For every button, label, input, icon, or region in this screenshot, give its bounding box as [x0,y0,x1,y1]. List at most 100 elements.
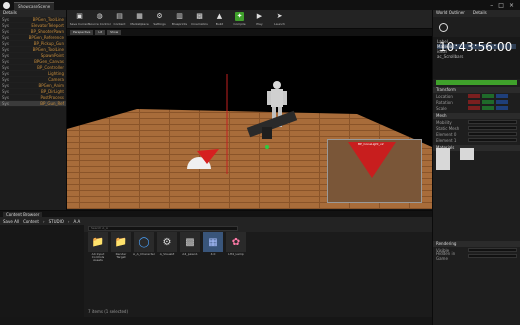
x-field[interactable] [468,94,480,98]
property-label: Location [436,93,453,99]
settings-icon: ⚙ [156,12,163,20]
maximize-icon[interactable]: □ [498,2,504,9]
asset-name: 4.0 [210,252,216,256]
filter-bar: Search A_A [84,225,432,232]
x-field[interactable] [468,106,480,110]
row-value: BPGen_Canvas [34,59,64,64]
asset-tile[interactable]: ✿ LH4_Lamp [226,232,246,262]
asset-name: A_A_Character [133,252,155,256]
property-field[interactable] [468,126,517,130]
row-key: Sys [2,29,9,34]
viewport-option-lit[interactable]: Lit [95,30,106,35]
play-icon: ▶ [256,12,263,20]
settings-button[interactable]: ⚙ Settings [151,10,168,26]
viewport-option-perspective[interactable]: Perspective [70,30,94,35]
outliner-row[interactable]: Sys BP_Gun_Ref [0,101,66,107]
property-field[interactable] [468,254,517,258]
viewport-options-bar: Perspective Lit Show [67,29,432,36]
asset-tile[interactable]: ▩ A4_pawn1 [180,232,200,262]
z-field[interactable] [496,94,508,98]
viewport-option-show[interactable]: Show [107,30,122,35]
asset-thumbnail-icon: ▦ [203,232,223,252]
z-field[interactable] [496,106,508,110]
source-control-button[interactable]: ◍ Source Control [88,10,111,26]
asset-search-input[interactable]: Search A_A [88,226,238,231]
property-field[interactable] [468,120,517,124]
build-button[interactable]: ▲ Build [211,10,228,26]
property-field[interactable] [468,138,517,142]
camera-preview-inset[interactable]: BP_ConeLight_v2 [327,139,422,203]
launch-button[interactable]: ➤ Launch [271,10,288,26]
toolbar-label: Play [256,22,263,26]
folder-tree[interactable] [0,225,84,325]
breadcrumb-separator-icon: › [67,218,70,224]
breadcrumb-studio[interactable]: STUDIO [49,219,64,224]
x-field[interactable] [468,100,480,104]
compile-button[interactable]: ✦ Compile [231,10,248,26]
add-component-button[interactable] [436,80,517,85]
toolbar-label: Marketplace [130,22,149,26]
toolbar-label: Launch [274,22,285,26]
save-button[interactable]: ▣ Save Current [69,10,90,26]
marketplace-button[interactable]: ▦ Marketplace [130,10,149,26]
row-key: Sys [2,47,9,52]
material-thumbnail[interactable] [460,148,474,160]
build-icon: ▲ [216,12,223,20]
window-controls: – □ × [490,2,520,9]
breadcrumb-aa[interactable]: A.A [74,219,81,224]
content-path-bar: Save All Content › STUDIO › A.A [0,217,432,225]
tab-world-outliner[interactable]: World Outliner [436,10,465,17]
asset-tile[interactable]: ▦ 4.0 [203,232,223,262]
asset-thumbnail-icon: ▩ [180,232,200,252]
save-icon: ▣ [76,12,83,20]
breadcrumb-content[interactable]: Content [23,219,39,224]
timecode-display: 10:43:56:00 [433,17,520,54]
asset-tile[interactable]: ◯ A_A_Character [133,232,155,262]
row-value: BP_Controller [37,65,64,70]
row-key: Sys [2,95,9,100]
row-key: Sys [2,71,9,76]
row-key: Sys [2,101,9,106]
asset-tile[interactable]: ⚙ A_VisualZ [157,232,177,262]
asset-tile[interactable]: 📁 Render Target [111,232,131,262]
row-key: Sys [2,83,9,88]
cinematics-button[interactable]: ▩ Cinematics [191,10,208,26]
material-thumbnail[interactable] [436,158,450,170]
row-key: Sys [2,59,9,64]
save-all-button[interactable]: Save All [3,219,19,224]
compile-icon: ✦ [235,12,244,21]
inset-label: BP_ConeLight_v2 [358,142,384,146]
blueprints-button[interactable]: ▥ Blueprints [171,10,188,26]
close-icon[interactable]: × [509,2,514,9]
property-field[interactable] [468,248,517,252]
engine-logo-icon[interactable] [3,1,10,9]
asset-name: Render Target [115,252,127,259]
tab-content-browser[interactable]: Content Browser [3,211,43,217]
asset-name: A4_pawn1 [182,252,198,256]
row-value: PostProcess [40,95,64,100]
row-value: BPGen_ToolLine [32,17,64,22]
minimize-icon[interactable]: – [490,2,493,9]
asset-tile[interactable]: 📁 A4 Input Controls Assets [88,232,108,262]
level-tab[interactable]: ShowcaseScene [14,2,55,10]
property-label: Static Mesh [436,125,460,131]
play-button[interactable]: ▶ Play [251,10,268,26]
asset-thumbnail-icon: ⚙ [157,232,177,252]
y-field[interactable] [482,106,494,110]
main-toolbar: ▣ Save Current ◍ Source Control ▤ Content ▦ Mar… [67,10,432,29]
row-value: Lighting [47,71,64,76]
toolbar-label: Compile [233,22,246,26]
right-panel: World Outliner Details 10:43:56:00 Label… [432,10,520,325]
cinematics-icon: ▩ [196,12,203,20]
row-value: BP_Pickup_Gun [33,41,64,46]
y-field[interactable] [482,94,494,98]
z-field[interactable] [496,100,508,104]
asset-name: A_VisualZ [159,252,175,256]
content-button[interactable]: ▤ Content [111,10,128,26]
toolbar-label: Save Current [69,22,90,26]
property-field[interactable] [468,132,517,136]
tab-details[interactable]: Details [473,10,487,17]
y-field[interactable] [482,100,494,104]
level-viewport[interactable]: Perspective Lit Show BP_ConeLight_v2 [67,29,432,209]
toolbar-label: Source Control [88,22,111,26]
